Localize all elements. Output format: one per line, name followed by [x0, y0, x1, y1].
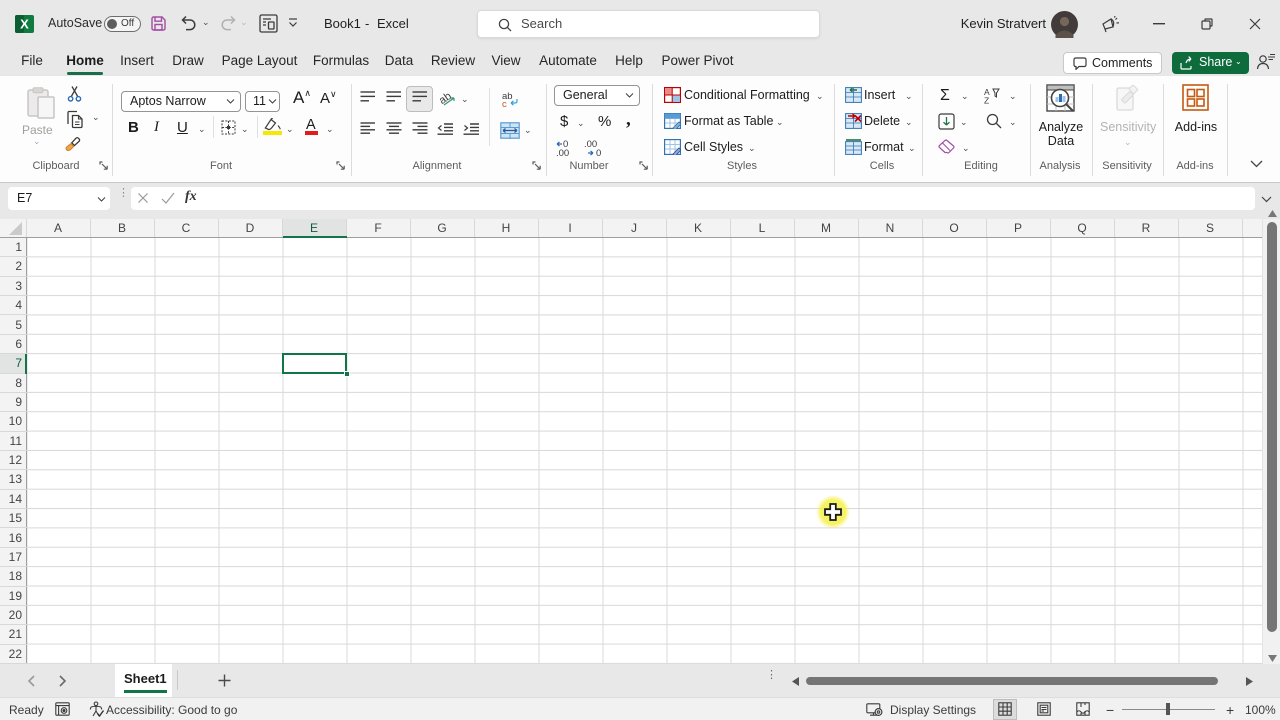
svg-text:X: X [20, 17, 29, 32]
svg-text:0: 0 [596, 148, 601, 157]
svg-text:c: c [502, 99, 507, 108]
svg-text:0: 0 [563, 140, 568, 150]
svg-text:Z: Z [984, 96, 989, 105]
